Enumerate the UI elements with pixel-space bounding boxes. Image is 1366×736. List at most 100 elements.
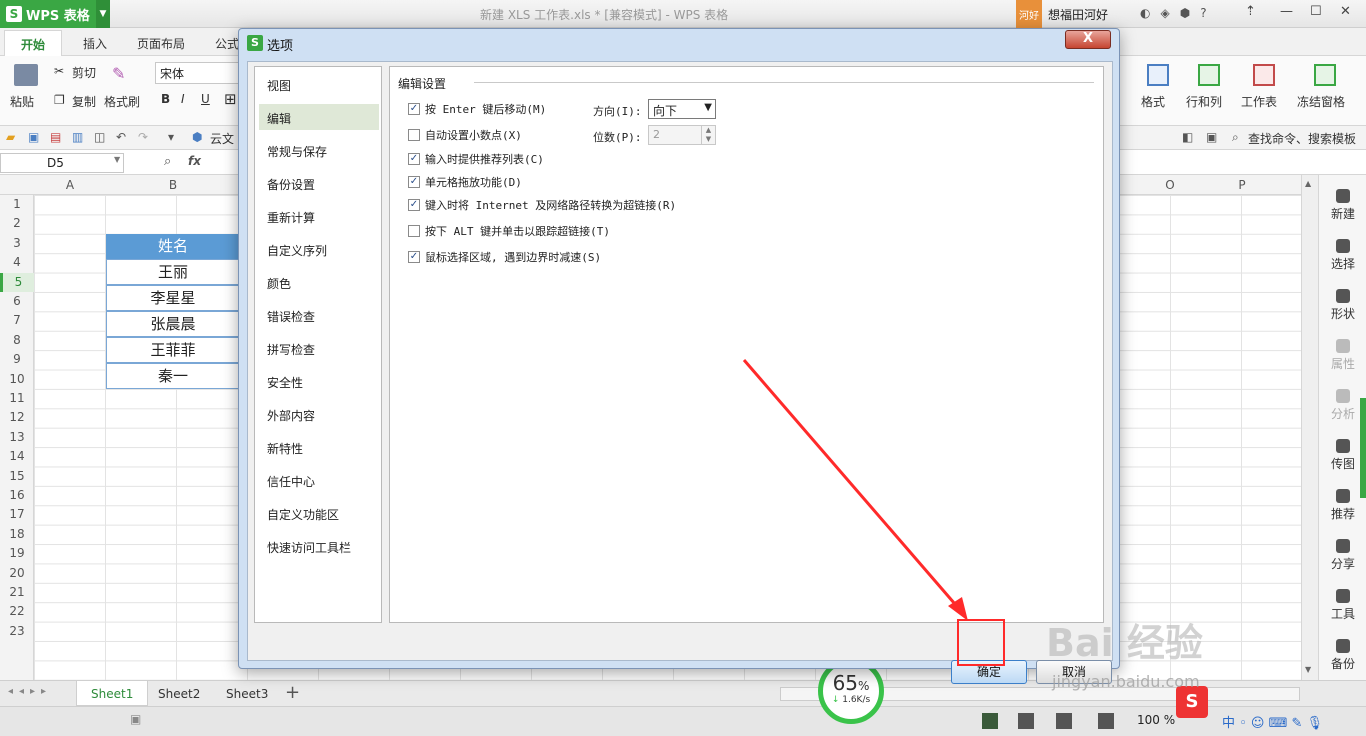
category-item[interactable]: 视图 bbox=[259, 71, 379, 97]
row-header[interactable]: 20 bbox=[0, 564, 34, 583]
row-header[interactable]: 15 bbox=[0, 467, 34, 486]
redo-icon[interactable]: ↷ bbox=[138, 130, 148, 144]
vertical-scrollbar[interactable]: ▲ ▼ bbox=[1301, 175, 1318, 680]
zoom-level[interactable]: 100 % bbox=[1137, 713, 1175, 727]
category-item[interactable]: 信任中心 bbox=[259, 467, 379, 493]
table-header-cell[interactable]: 姓名 bbox=[106, 233, 240, 260]
user-area[interactable]: 河好 想福田河好 bbox=[1016, 0, 1108, 28]
sidebar-item[interactable]: 传图 bbox=[1319, 439, 1366, 472]
row-header[interactable]: 2 bbox=[0, 214, 34, 233]
undo-icon[interactable]: ↶ bbox=[116, 130, 126, 144]
checkbox[interactable] bbox=[408, 225, 420, 237]
user-name[interactable]: 想福田河好 bbox=[1048, 6, 1108, 23]
sidebar-item[interactable]: 选择 bbox=[1319, 239, 1366, 272]
worksheet-icon[interactable] bbox=[1253, 64, 1275, 86]
checkbox[interactable]: ✓ bbox=[408, 176, 420, 188]
sheet-tab-3[interactable]: Sheet3 bbox=[212, 681, 282, 706]
category-item[interactable]: 常规与保存 bbox=[259, 137, 379, 163]
maximize-icon[interactable]: ☐ bbox=[1310, 4, 1322, 19]
row-col-icon[interactable] bbox=[1198, 64, 1220, 86]
row-header[interactable]: 13 bbox=[0, 428, 34, 447]
tab-page-layout[interactable]: 页面布局 bbox=[137, 35, 185, 52]
tab-insert[interactable]: 插入 bbox=[83, 35, 107, 52]
paste-icon[interactable] bbox=[14, 64, 38, 86]
cut-button[interactable]: 剪切 bbox=[72, 64, 96, 81]
row-header[interactable]: 3 bbox=[0, 234, 34, 253]
checkbox[interactable]: ✓ bbox=[408, 251, 420, 263]
cut-icon[interactable]: ✂ bbox=[54, 64, 64, 78]
sheet-nav-icon[interactable]: ◂◂▸▸ bbox=[8, 686, 52, 697]
column-header[interactable]: P bbox=[1206, 178, 1278, 192]
row-header[interactable]: 11 bbox=[0, 389, 34, 408]
app-menu-button[interactable]: S WPS 表格 ▼ bbox=[0, 0, 110, 28]
row-header[interactable]: 4 bbox=[0, 253, 34, 272]
skin-icon[interactable]: ◐ bbox=[1140, 6, 1150, 20]
sidebar-item[interactable]: 备份 bbox=[1319, 639, 1366, 672]
category-item[interactable]: 外部内容 bbox=[259, 401, 379, 427]
category-item[interactable]: 自定义序列 bbox=[259, 236, 379, 262]
minimize-ribbon-icon[interactable]: ▣ bbox=[1206, 130, 1217, 144]
row-col-button[interactable]: 行和列 bbox=[1186, 93, 1222, 110]
option-checkbox-row[interactable]: ✓ 键入时将 Internet 及网络路径转换为超链接(R) bbox=[408, 197, 676, 213]
upload-icon[interactable]: ⇡ bbox=[1245, 4, 1256, 19]
sidebar-item[interactable]: 分享 bbox=[1319, 539, 1366, 572]
table-cell[interactable]: 秦一 bbox=[106, 363, 240, 390]
table-cell[interactable]: 王丽 bbox=[106, 259, 240, 286]
user-avatar[interactable]: 河好 bbox=[1016, 0, 1042, 28]
command-search-input[interactable]: 查找命令、搜索模板 bbox=[1248, 130, 1356, 147]
help-icon[interactable]: ? bbox=[1200, 6, 1206, 20]
feedback-icon[interactable]: ◈ bbox=[1160, 6, 1169, 20]
page-break-view-icon[interactable] bbox=[1018, 713, 1034, 729]
preview-icon[interactable]: ◫ bbox=[94, 130, 105, 144]
insert-function-button[interactable]: fx bbox=[188, 154, 201, 168]
name-box[interactable]: D5 bbox=[0, 153, 124, 173]
sheet-tab-2[interactable]: Sheet2 bbox=[144, 681, 214, 706]
option-checkbox-row[interactable]: ✓ 鼠标选择区域, 遇到边界时减速(S) bbox=[408, 249, 601, 265]
column-header[interactable]: B bbox=[106, 178, 240, 192]
reading-view-icon[interactable] bbox=[1056, 713, 1072, 729]
sidebar-item[interactable]: 属性 bbox=[1319, 339, 1366, 372]
row-header[interactable]: 17 bbox=[0, 505, 34, 524]
scroll-up-icon[interactable]: ▲ bbox=[1305, 179, 1311, 188]
bold-button[interactable]: B bbox=[161, 92, 170, 106]
search-icon[interactable]: ⌕ bbox=[1232, 130, 1239, 145]
customize-chevron-icon[interactable]: ▾ bbox=[168, 130, 174, 144]
save-icon[interactable]: ▣ bbox=[28, 130, 39, 144]
dialog-title-bar[interactable]: S 选项 X bbox=[239, 29, 1119, 57]
close-icon[interactable]: ✕ bbox=[1340, 4, 1351, 19]
category-item[interactable]: 编辑 bbox=[259, 104, 379, 130]
row-header[interactable]: 16 bbox=[0, 486, 34, 505]
sidebar-item[interactable]: 形状 bbox=[1319, 289, 1366, 322]
row-header[interactable]: 14 bbox=[0, 447, 34, 466]
checkbox[interactable] bbox=[408, 129, 420, 141]
row-header[interactable]: 21 bbox=[0, 583, 34, 602]
table-cell[interactable]: 王菲菲 bbox=[106, 337, 240, 364]
sidebar-item[interactable]: 推荐 bbox=[1319, 489, 1366, 522]
category-item[interactable]: 新特性 bbox=[259, 434, 379, 460]
sheet-tab-1[interactable]: Sheet1 bbox=[76, 681, 149, 706]
table-cell[interactable]: 张晨晨 bbox=[106, 311, 240, 338]
tab-formula[interactable]: 公式 bbox=[215, 35, 239, 52]
option-checkbox-row[interactable]: ✓ 单元格拖放功能(D) bbox=[408, 174, 522, 190]
category-item[interactable]: 重新计算 bbox=[259, 203, 379, 229]
minimize-icon[interactable]: — bbox=[1280, 4, 1293, 19]
format-painter-icon[interactable]: ✎ bbox=[112, 64, 125, 83]
freeze-icon[interactable] bbox=[1314, 64, 1336, 86]
scroll-down-icon[interactable]: ▼ bbox=[1305, 665, 1311, 674]
direction-select[interactable]: 向下 ▼ bbox=[648, 99, 716, 119]
category-item[interactable]: 备份设置 bbox=[259, 170, 379, 196]
ime-mode-icon[interactable]: 中 ◦ ☺ ⌨ ✎ 🎙 bbox=[1222, 712, 1323, 731]
chevron-down-icon[interactable]: ▼ bbox=[96, 0, 110, 28]
column-header[interactable]: O bbox=[1134, 178, 1206, 192]
worksheet-button[interactable]: 工作表 bbox=[1241, 93, 1277, 110]
category-item[interactable]: 颜色 bbox=[259, 269, 379, 295]
checkbox[interactable]: ✓ bbox=[408, 153, 420, 165]
sidebar-item[interactable]: 分析 bbox=[1319, 389, 1366, 422]
sidebar-item[interactable]: 新建 bbox=[1319, 189, 1366, 222]
copy-button[interactable]: 复制 bbox=[72, 93, 96, 110]
row-header[interactable]: 19 bbox=[0, 544, 34, 563]
add-sheet-icon[interactable]: + bbox=[285, 682, 300, 703]
format-painter-button[interactable]: 格式刷 bbox=[104, 93, 140, 110]
row-header[interactable]: 8 bbox=[0, 331, 34, 350]
row-header[interactable]: 18 bbox=[0, 525, 34, 544]
